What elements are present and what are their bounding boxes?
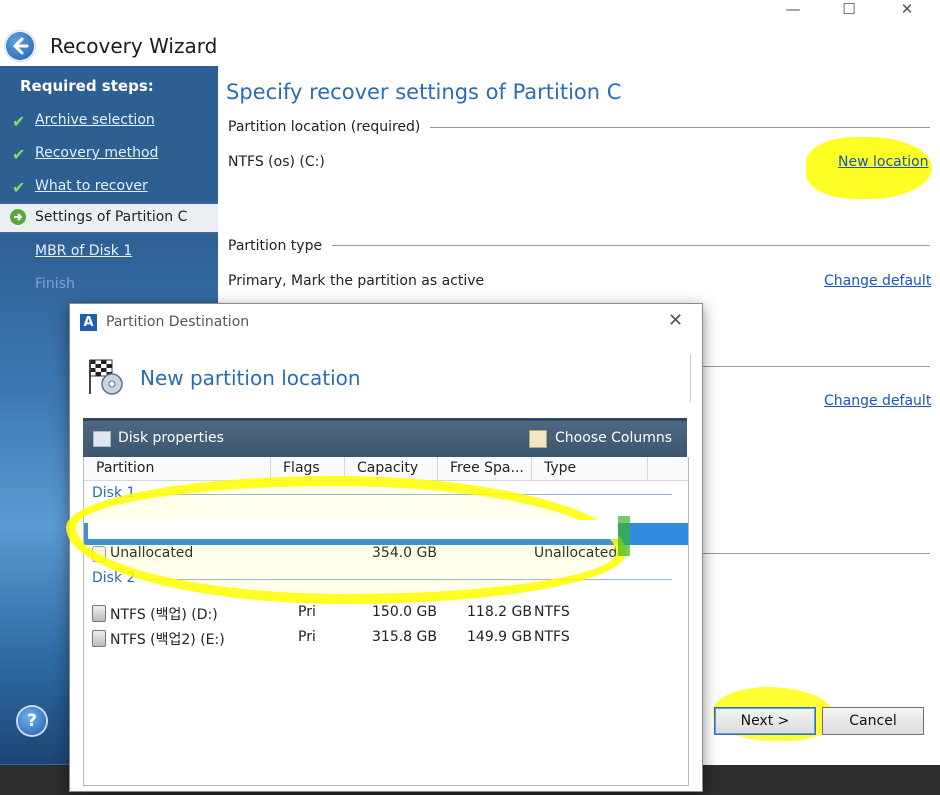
section-divider: [700, 553, 930, 554]
column-header-capacity[interactable]: Capacity: [345, 457, 438, 480]
section-divider: [700, 366, 930, 367]
cell-capacity: 315.8 GB: [372, 629, 437, 645]
back-button[interactable]: [4, 30, 36, 62]
sidebar-step-recovery-method[interactable]: ✔ Recovery method: [0, 141, 218, 167]
cell-partition: Unallocated: [110, 545, 194, 561]
partition-location-value: NTFS (os) (C:): [228, 154, 325, 170]
table-row[interactable]: [84, 517, 688, 545]
partition-table: Partition Flags Capacity Free Spa... Typ…: [83, 457, 689, 786]
check-icon: ✔: [12, 112, 26, 131]
group-label-disk-2: Disk 2: [92, 570, 142, 586]
dialog-title: Partition Destination: [106, 314, 250, 330]
check-icon: ✔: [12, 178, 26, 197]
checkered-flag-disk-icon: [89, 359, 123, 395]
column-header-type[interactable]: Type: [532, 457, 648, 480]
table-row[interactable]: Unallocated 354.0 GB Unallocated: [84, 543, 688, 565]
sidebar-step-archive-selection[interactable]: ✔ Archive selection: [0, 108, 218, 134]
sidebar-step-settings-partition-c[interactable]: Settings of Partition C: [0, 204, 218, 232]
cell-type: Unallocated: [534, 545, 618, 561]
dialog-heading: New partition location: [140, 366, 361, 390]
check-icon: ✔: [12, 145, 26, 164]
partition-disk-icon: [92, 605, 106, 622]
sidebar-step-what-to-recover[interactable]: ✔ What to recover: [0, 174, 218, 200]
help-button[interactable]: ?: [18, 707, 46, 735]
cell-free-space: 118.2 GB: [467, 604, 532, 620]
group-label-disk-1: Disk 1: [92, 485, 142, 501]
change-default-link-partition-type[interactable]: Change default: [824, 273, 931, 289]
next-button[interactable]: Next >: [714, 707, 816, 735]
sidebar-step-finish: Finish: [0, 272, 218, 298]
dialog-title-bar: A Partition Destination ✕: [70, 304, 702, 338]
disk-properties-button[interactable]: Disk properties: [118, 430, 224, 446]
acronis-app-icon: A: [80, 314, 97, 331]
choose-columns-icon: [529, 430, 547, 448]
partition-disk-icon: [92, 630, 106, 647]
close-button[interactable]: ✕: [890, 0, 924, 18]
partition-location-section-title: Partition location (required): [228, 119, 431, 135]
maximize-button[interactable]: ☐: [832, 0, 866, 18]
step-label: Settings of Partition C: [35, 209, 188, 225]
green-highlight-annotation: [618, 516, 630, 556]
unallocated-icon: [92, 546, 106, 562]
step-label: Archive selection: [35, 112, 155, 128]
step-label: What to recover: [35, 178, 148, 194]
title-bar: Recovery Wizard — ☐ ✕: [0, 0, 940, 66]
cell-type: NTFS: [534, 604, 570, 620]
section-divider: [230, 245, 930, 246]
disk-properties-icon: [93, 431, 111, 447]
column-header-flags[interactable]: Flags: [271, 457, 345, 480]
step-label: Finish: [35, 276, 75, 292]
cell-free-space: 149.9 GB: [467, 629, 532, 645]
table-row[interactable]: NTFS (백업) (D:) Pri 150.0 GB 118.2 GB NTF…: [84, 602, 688, 624]
cell-flags: Pri: [298, 629, 316, 645]
cell-flags: Pri: [298, 604, 316, 620]
window-title: Recovery Wizard: [50, 34, 218, 58]
sidebar-step-mbr-disk-1[interactable]: MBR of Disk 1: [0, 239, 218, 265]
new-location-link[interactable]: New location: [838, 154, 929, 170]
cell-partition: NTFS (백업) (D:): [110, 607, 218, 623]
partition-type-section-title: Partition type: [228, 238, 333, 254]
disk-toolbar: Disk properties Choose Columns: [83, 418, 687, 457]
back-arrow-icon: [13, 37, 29, 55]
cell-capacity: 150.0 GB: [372, 604, 437, 620]
step-label: Recovery method: [35, 145, 159, 161]
partition-destination-dialog: A Partition Destination ✕ New partition …: [69, 303, 703, 792]
table-header: Partition Flags Capacity Free Spa... Typ…: [84, 457, 688, 481]
dialog-close-button[interactable]: ✕: [668, 310, 683, 331]
cell-partition: NTFS (백업2) (E:): [110, 632, 225, 648]
cell-capacity: 354.0 GB: [372, 545, 437, 561]
sidebar-heading: Required steps:: [20, 77, 154, 95]
column-header-free-space[interactable]: Free Spa...: [438, 457, 532, 480]
current-step-arrow-icon: [10, 209, 26, 225]
column-header-partition[interactable]: Partition: [84, 457, 271, 480]
step-label: MBR of Disk 1: [35, 243, 133, 259]
table-row[interactable]: NTFS (백업2) (E:) Pri 315.8 GB 149.9 GB NT…: [84, 627, 688, 649]
cancel-button[interactable]: Cancel: [822, 707, 924, 735]
page-title: Specify recover settings of Partition C: [226, 80, 622, 104]
partition-type-value: Primary, Mark the partition as active: [228, 273, 485, 289]
cell-type: NTFS: [534, 629, 570, 645]
choose-columns-button[interactable]: Choose Columns: [555, 430, 672, 446]
change-default-link-size[interactable]: Change default: [824, 393, 931, 409]
minimize-button[interactable]: —: [776, 0, 810, 18]
